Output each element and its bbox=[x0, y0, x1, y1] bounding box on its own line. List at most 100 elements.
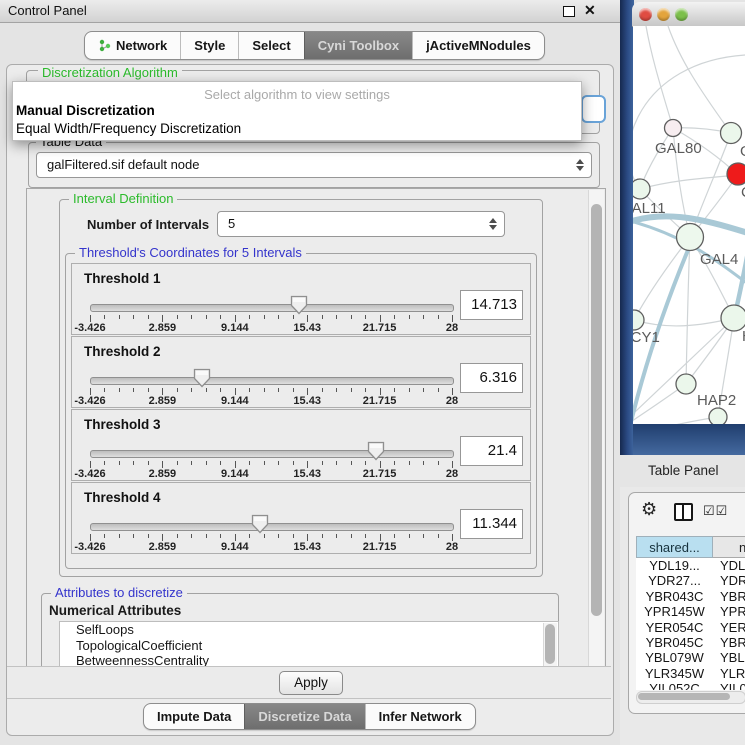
tab-discretize-data[interactable]: Discretize Data bbox=[244, 704, 364, 729]
cell-shared-name: YDR27... bbox=[636, 573, 713, 588]
cell-shared-name: YBL079W bbox=[636, 650, 713, 665]
network-edge[interactable] bbox=[633, 417, 718, 424]
tick-mark bbox=[177, 388, 178, 392]
slider-thumb[interactable] bbox=[290, 295, 308, 320]
network-node[interactable] bbox=[709, 408, 727, 424]
network-node[interactable] bbox=[633, 310, 644, 330]
column-header-shared[interactable]: shared... bbox=[636, 536, 713, 558]
table-row[interactable]: YPR145WYPR1 bbox=[636, 604, 745, 619]
table-row[interactable]: YBL079WYBL0 bbox=[636, 650, 745, 665]
tick-mark bbox=[220, 534, 221, 538]
tick-mark bbox=[133, 388, 134, 392]
slider-track[interactable] bbox=[90, 523, 454, 531]
algorithm-dropdown-popup: Select algorithm to view settings Manual… bbox=[12, 81, 582, 141]
settings-scroll-panel: Interval Definition Number of Intervals … bbox=[26, 188, 606, 668]
threshold-label: Threshold 3 bbox=[84, 417, 161, 432]
float-window-icon[interactable] bbox=[563, 6, 575, 17]
tick-mark bbox=[351, 534, 352, 538]
algorithm-hint: Select algorithm to view settings bbox=[13, 82, 581, 102]
gear-icon[interactable]: ⚙ bbox=[641, 499, 657, 520]
tick-mark bbox=[191, 388, 192, 392]
table-row[interactable]: YIL052CYIL0 bbox=[636, 681, 745, 690]
zoom-traffic-light[interactable] bbox=[675, 8, 688, 21]
network-edge[interactable] bbox=[668, 26, 731, 133]
tick-mark bbox=[119, 388, 120, 392]
attribute-item[interactable]: TopologicalCoefficient bbox=[60, 638, 558, 654]
panel-scrollbar[interactable] bbox=[588, 190, 604, 666]
tick-mark bbox=[452, 315, 453, 322]
network-canvas[interactable]: GAL80G.CGAL11GAL4GCY1HHAP2 bbox=[633, 26, 745, 424]
tick-mark bbox=[162, 534, 163, 541]
tab-cyni-toolbox[interactable]: Cyni Toolbox bbox=[304, 32, 412, 59]
cell-name: YDL1 bbox=[713, 558, 745, 573]
tab-select[interactable]: Select bbox=[238, 32, 303, 59]
table-hscrollbar[interactable] bbox=[636, 691, 745, 704]
tick-label: 21.715 bbox=[350, 395, 410, 407]
tick-mark bbox=[104, 388, 105, 392]
close-icon[interactable]: ✕ bbox=[584, 2, 596, 19]
algorithm-option[interactable]: Equal Width/Frequency Discretization bbox=[13, 120, 581, 138]
threshold-value-field[interactable]: 14.713 bbox=[460, 290, 523, 320]
tick-mark bbox=[249, 315, 250, 319]
table-row[interactable]: YER054CYER0 bbox=[636, 620, 745, 635]
cell-name: YBL0 bbox=[713, 650, 745, 665]
slider-track[interactable] bbox=[90, 377, 454, 385]
tick-mark bbox=[336, 315, 337, 319]
table-row[interactable]: YDR27...YDR2 bbox=[636, 573, 745, 588]
table-row[interactable]: YDL19...YDL1 bbox=[636, 558, 745, 573]
attributes-scrollbar[interactable] bbox=[543, 623, 557, 667]
network-node[interactable] bbox=[633, 179, 650, 199]
slider-track[interactable] bbox=[90, 450, 454, 458]
network-edge[interactable] bbox=[634, 318, 734, 326]
table-data-combo[interactable]: galFiltered.sif default node bbox=[36, 152, 592, 178]
slider-thumb[interactable] bbox=[251, 514, 269, 539]
tab-network[interactable]: Network bbox=[85, 32, 180, 59]
tick-mark bbox=[162, 315, 163, 322]
tick-mark bbox=[322, 534, 323, 538]
threshold-value-field[interactable]: 21.4 bbox=[460, 436, 523, 466]
tab-infer-network[interactable]: Infer Network bbox=[365, 704, 475, 729]
network-window-titlebar[interactable] bbox=[632, 2, 745, 27]
threshold-value-field[interactable]: 11.344 bbox=[460, 509, 523, 539]
cell-name: YER0 bbox=[713, 620, 745, 635]
tick-mark bbox=[133, 534, 134, 538]
network-node[interactable] bbox=[665, 120, 682, 137]
network-node[interactable] bbox=[727, 163, 745, 185]
tab-jactivemnodules[interactable]: jActiveMNodules bbox=[412, 32, 544, 59]
table-row[interactable]: YBR043CYBR0 bbox=[636, 589, 745, 604]
network-edge[interactable] bbox=[646, 26, 673, 128]
table-row[interactable]: YLR345WYLR3 bbox=[636, 666, 745, 681]
tick-mark bbox=[438, 534, 439, 538]
tick-mark bbox=[249, 388, 250, 392]
network-node[interactable] bbox=[676, 374, 696, 394]
attribute-item[interactable]: SelfLoops bbox=[60, 622, 558, 638]
close-traffic-light[interactable] bbox=[639, 8, 652, 21]
table-panel-titlebar: Table Panel bbox=[620, 455, 745, 488]
tick-mark bbox=[191, 534, 192, 538]
slider-track[interactable] bbox=[90, 304, 454, 312]
num-intervals-combo[interactable]: 5 bbox=[217, 211, 505, 237]
threshold-value-field[interactable]: 6.316 bbox=[460, 363, 523, 393]
column-header-name[interactable]: na bbox=[713, 536, 745, 558]
tick-mark bbox=[191, 315, 192, 319]
tab-style[interactable]: Style bbox=[180, 32, 238, 59]
algorithm-option[interactable]: Manual Discretization bbox=[13, 102, 581, 120]
cell-shared-name: YBR043C bbox=[636, 589, 713, 604]
tick-mark bbox=[264, 461, 265, 465]
tab-impute-data[interactable]: Impute Data bbox=[144, 704, 244, 729]
attributes-list[interactable]: SelfLoopsTopologicalCoefficientBetweenne… bbox=[59, 621, 559, 668]
slider-thumb[interactable] bbox=[367, 441, 385, 466]
table-data-combo-value: galFiltered.sif default node bbox=[47, 153, 199, 177]
checkbox-icons[interactable]: ☑☑ bbox=[703, 503, 728, 519]
network-edge[interactable] bbox=[634, 237, 690, 320]
split-columns-icon[interactable] bbox=[674, 503, 693, 521]
network-node[interactable] bbox=[677, 224, 704, 251]
minimize-traffic-light[interactable] bbox=[657, 8, 670, 21]
apply-button[interactable]: Apply bbox=[279, 671, 343, 695]
algorithm-combo-focus-fragment[interactable] bbox=[581, 95, 606, 123]
table-row[interactable]: YBR045CYBR0 bbox=[636, 635, 745, 650]
tick-mark bbox=[336, 388, 337, 392]
network-edge[interactable] bbox=[640, 175, 738, 189]
network-node[interactable] bbox=[721, 123, 742, 144]
slider-thumb[interactable] bbox=[193, 368, 211, 393]
